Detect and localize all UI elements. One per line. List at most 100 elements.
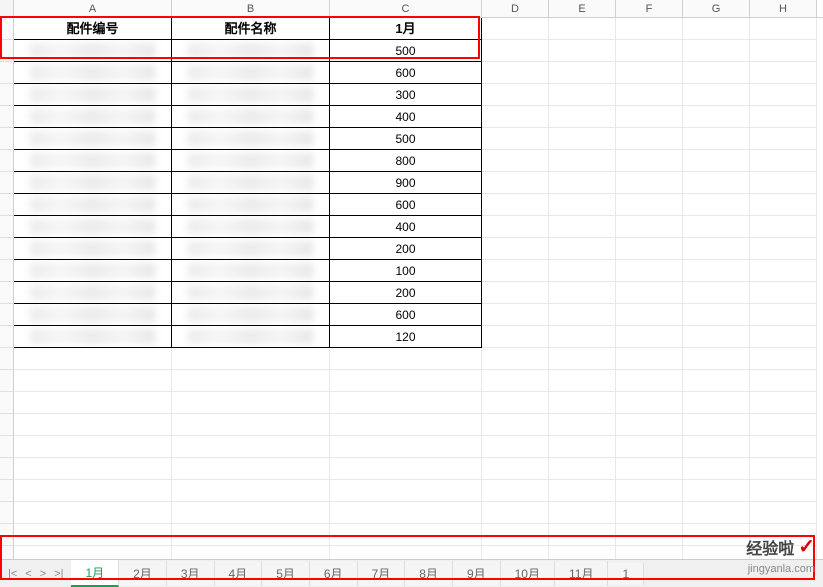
empty-cell[interactable] [14, 524, 172, 546]
data-cell-a[interactable] [14, 40, 172, 62]
empty-cell[interactable] [330, 480, 482, 502]
empty-cell[interactable] [683, 370, 750, 392]
empty-cell[interactable] [683, 348, 750, 370]
data-cell-a[interactable] [14, 282, 172, 304]
empty-cell[interactable] [549, 436, 616, 458]
empty-cell[interactable] [683, 458, 750, 480]
empty-cell[interactable] [750, 238, 817, 260]
row-header[interactable] [0, 502, 14, 524]
empty-cell[interactable] [616, 414, 683, 436]
empty-cell[interactable] [616, 18, 683, 40]
empty-cell[interactable] [683, 84, 750, 106]
spreadsheet-grid[interactable]: 配件编号 配件名称 1月 500 600 300 [0, 18, 823, 568]
empty-cell[interactable] [616, 458, 683, 480]
empty-cell[interactable] [330, 436, 482, 458]
tab-nav-last-icon[interactable]: >| [52, 568, 65, 580]
empty-cell[interactable] [683, 106, 750, 128]
empty-cell[interactable] [683, 304, 750, 326]
empty-cell[interactable] [330, 348, 482, 370]
col-header-g[interactable]: G [683, 0, 750, 17]
empty-cell[interactable] [172, 436, 330, 458]
col-header-f[interactable]: F [616, 0, 683, 17]
empty-cell[interactable] [14, 458, 172, 480]
col-header-b[interactable]: B [172, 0, 330, 17]
empty-cell[interactable] [750, 458, 817, 480]
sheet-tab-2[interactable]: 2月 [119, 561, 167, 586]
empty-cell[interactable] [750, 392, 817, 414]
data-cell-c[interactable]: 900 [330, 172, 482, 194]
empty-cell[interactable] [683, 62, 750, 84]
empty-cell[interactable] [330, 458, 482, 480]
empty-cell[interactable] [172, 458, 330, 480]
empty-cell[interactable] [549, 480, 616, 502]
data-cell-b[interactable] [172, 128, 330, 150]
empty-cell[interactable] [683, 502, 750, 524]
empty-cell[interactable] [616, 392, 683, 414]
row-header[interactable] [0, 282, 14, 304]
row-header[interactable] [0, 40, 14, 62]
empty-cell[interactable] [750, 326, 817, 348]
empty-cell[interactable] [616, 84, 683, 106]
empty-cell[interactable] [482, 238, 549, 260]
row-header[interactable] [0, 238, 14, 260]
data-cell-a[interactable] [14, 106, 172, 128]
empty-cell[interactable] [683, 260, 750, 282]
empty-cell[interactable] [750, 282, 817, 304]
empty-cell[interactable] [683, 392, 750, 414]
data-cell-b[interactable] [172, 40, 330, 62]
empty-cell[interactable] [14, 392, 172, 414]
data-cell-b[interactable] [172, 326, 330, 348]
empty-cell[interactable] [482, 216, 549, 238]
data-cell-b[interactable] [172, 194, 330, 216]
empty-cell[interactable] [14, 480, 172, 502]
col-header-c[interactable]: C [330, 0, 482, 17]
empty-cell[interactable] [616, 216, 683, 238]
data-cell-c[interactable]: 200 [330, 282, 482, 304]
empty-cell[interactable] [549, 348, 616, 370]
data-cell-a[interactable] [14, 128, 172, 150]
data-cell-b[interactable] [172, 62, 330, 84]
row-header[interactable] [0, 524, 14, 546]
data-cell-c[interactable]: 600 [330, 304, 482, 326]
empty-cell[interactable] [14, 436, 172, 458]
empty-cell[interactable] [482, 304, 549, 326]
data-cell-c[interactable]: 400 [330, 106, 482, 128]
row-header[interactable] [0, 392, 14, 414]
sheet-tab-8[interactable]: 8月 [405, 561, 453, 586]
empty-cell[interactable] [683, 172, 750, 194]
sheet-tab-5[interactable]: 5月 [262, 561, 310, 586]
empty-cell[interactable] [683, 238, 750, 260]
empty-cell[interactable] [616, 524, 683, 546]
empty-cell[interactable] [616, 194, 683, 216]
empty-cell[interactable] [172, 414, 330, 436]
empty-cell[interactable] [549, 216, 616, 238]
header-cell-b[interactable]: 配件名称 [172, 18, 330, 40]
row-header[interactable] [0, 18, 14, 40]
empty-cell[interactable] [549, 458, 616, 480]
sheet-tab-12[interactable]: 1 [608, 563, 644, 585]
empty-cell[interactable] [549, 304, 616, 326]
empty-cell[interactable] [14, 502, 172, 524]
empty-cell[interactable] [172, 370, 330, 392]
row-header[interactable] [0, 216, 14, 238]
empty-cell[interactable] [549, 172, 616, 194]
empty-cell[interactable] [549, 128, 616, 150]
empty-cell[interactable] [616, 238, 683, 260]
col-header-d[interactable]: D [482, 0, 549, 17]
empty-cell[interactable] [616, 106, 683, 128]
empty-cell[interactable] [482, 480, 549, 502]
empty-cell[interactable] [549, 524, 616, 546]
row-header[interactable] [0, 150, 14, 172]
empty-cell[interactable] [683, 150, 750, 172]
empty-cell[interactable] [482, 150, 549, 172]
empty-cell[interactable] [750, 106, 817, 128]
empty-cell[interactable] [750, 18, 817, 40]
row-header[interactable] [0, 260, 14, 282]
data-cell-c[interactable]: 500 [330, 40, 482, 62]
row-header[interactable] [0, 370, 14, 392]
row-header[interactable] [0, 480, 14, 502]
empty-cell[interactable] [549, 414, 616, 436]
empty-cell[interactable] [750, 480, 817, 502]
data-cell-c[interactable]: 120 [330, 326, 482, 348]
empty-cell[interactable] [616, 304, 683, 326]
